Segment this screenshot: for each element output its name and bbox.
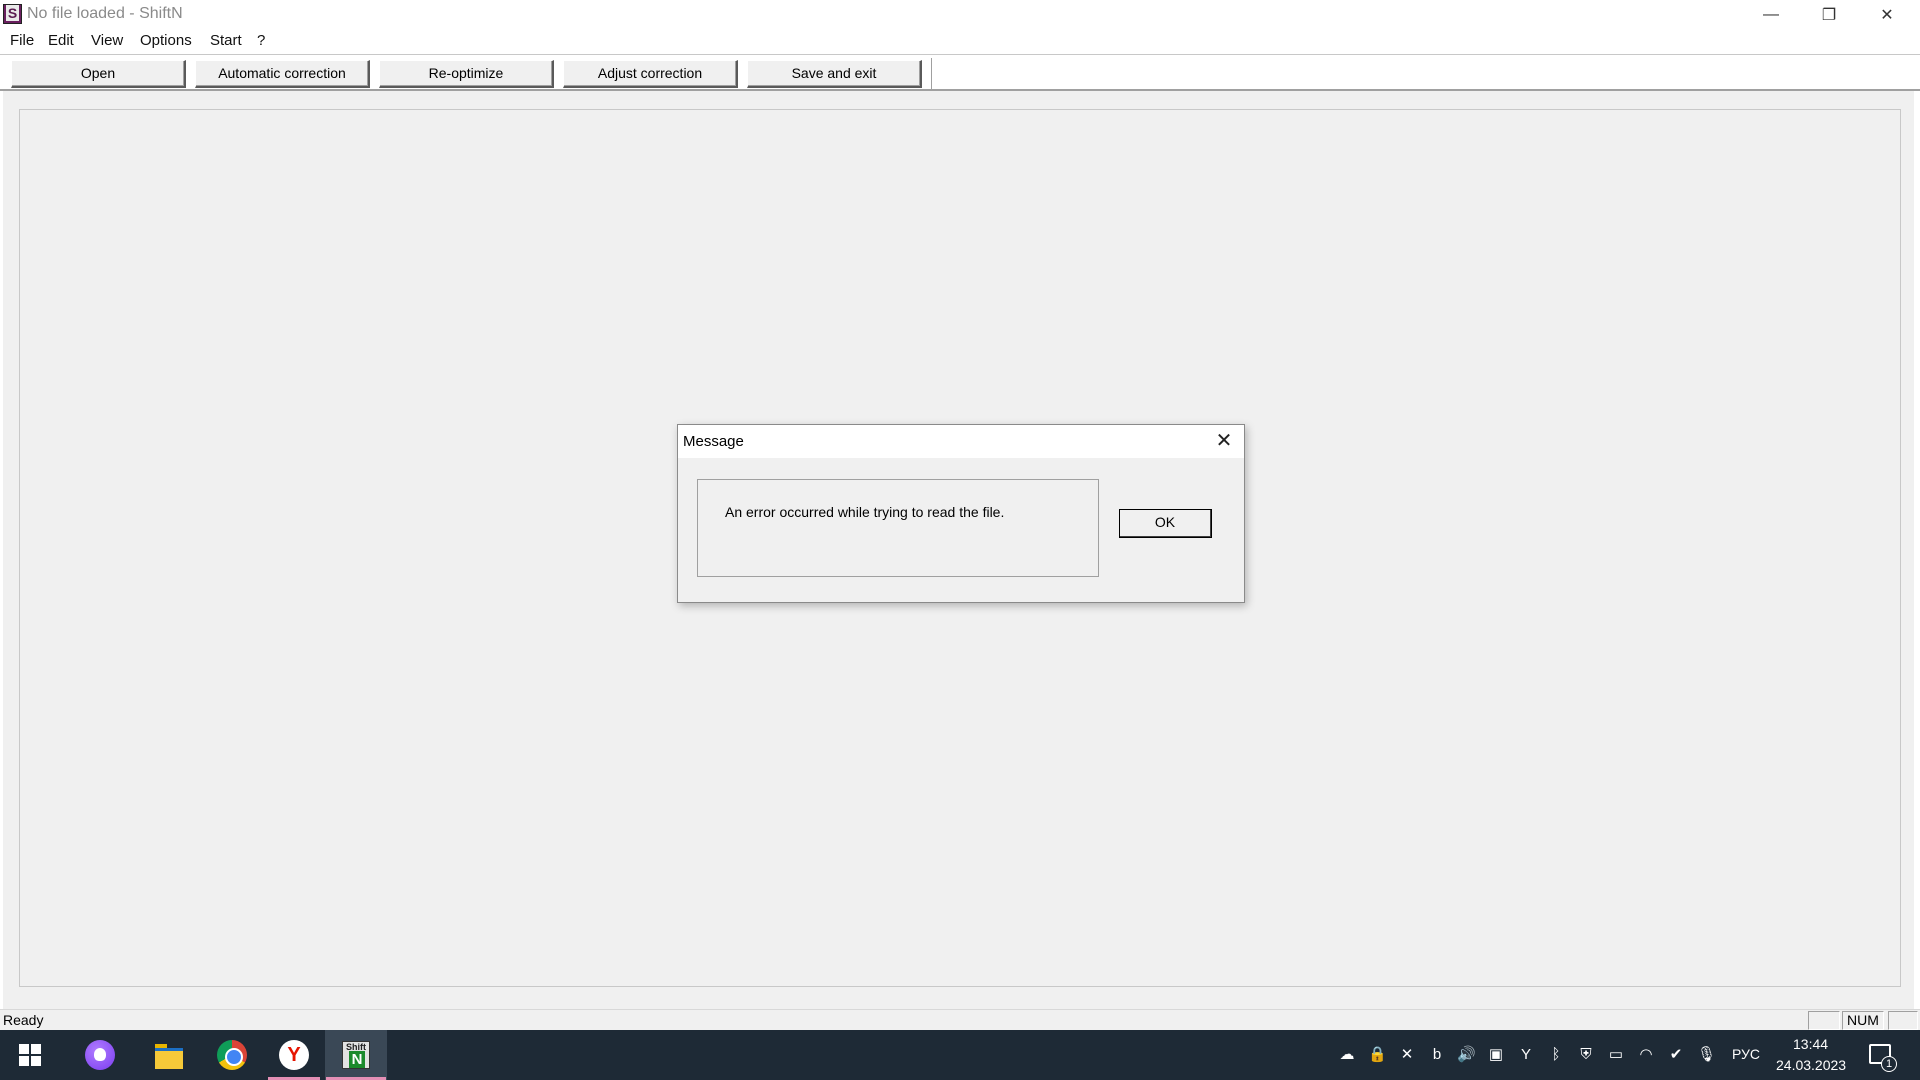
onedrive-icon[interactable]: ☁ bbox=[1338, 1046, 1356, 1064]
menu-options[interactable]: Options bbox=[140, 32, 192, 49]
message-dialog: Message ✕ An error occurred while trying… bbox=[677, 424, 1245, 603]
menu-bar: File Edit View Options Start ? bbox=[0, 29, 1920, 53]
status-pane-extra bbox=[1888, 1011, 1918, 1030]
message-frame: An error occurred while trying to read t… bbox=[697, 479, 1099, 577]
dialog-close-button[interactable]: ✕ bbox=[1206, 427, 1242, 456]
shiftn-icon: Shift N bbox=[342, 1041, 370, 1069]
automatic-correction-button[interactable]: Automatic correction bbox=[195, 60, 370, 88]
security-check-icon[interactable]: ✔ bbox=[1667, 1046, 1685, 1064]
taskbar: Y Shift N ☁ 🔒 ✕ b 🔊 ▣ Y ᛒ ⛨ ▭ ◠ ✔ 🎙 РУС … bbox=[0, 1030, 1920, 1080]
reoptimize-button[interactable]: Re-optimize bbox=[379, 60, 554, 88]
dialog-title-bar: Message ✕ bbox=[678, 425, 1244, 458]
battery-icon[interactable]: ▭ bbox=[1607, 1046, 1625, 1064]
file-explorer-taskbar-button[interactable] bbox=[139, 1030, 199, 1080]
menu-file[interactable]: File bbox=[10, 32, 34, 49]
language-indicator[interactable]: РУС bbox=[1732, 1046, 1760, 1062]
clock-date[interactable]: 24.03.2023 bbox=[1776, 1057, 1846, 1073]
minimize-button[interactable]: — bbox=[1742, 0, 1800, 29]
chrome-taskbar-button[interactable] bbox=[202, 1030, 262, 1080]
shiftn-icon-n: N bbox=[349, 1051, 365, 1068]
notification-count-badge: 1 bbox=[1881, 1056, 1897, 1072]
client-left-border bbox=[0, 91, 3, 1009]
clock-time[interactable]: 13:44 bbox=[1793, 1036, 1828, 1052]
dialog-title: Message bbox=[683, 433, 744, 450]
adjust-correction-button[interactable]: Adjust correction bbox=[563, 60, 738, 88]
status-num-indicator: NUM bbox=[1842, 1011, 1884, 1030]
open-button[interactable]: Open bbox=[11, 60, 186, 88]
status-text: Ready bbox=[3, 1012, 44, 1028]
defender-icon[interactable]: ⛨ bbox=[1577, 1046, 1595, 1064]
shiftn-app-icon[interactable] bbox=[3, 4, 22, 24]
error-message: An error occurred while trying to read t… bbox=[725, 504, 1005, 520]
alice-taskbar-button[interactable] bbox=[70, 1030, 130, 1080]
chrome-icon bbox=[217, 1040, 247, 1070]
status-bar: Ready NUM bbox=[0, 1009, 1920, 1030]
wifi-icon[interactable]: ◠ bbox=[1637, 1046, 1655, 1064]
yandex-taskbar-button[interactable]: Y bbox=[264, 1030, 324, 1080]
toolbar: Open Automatic correction Re-optimize Ad… bbox=[0, 54, 1920, 91]
file-explorer-icon bbox=[155, 1044, 183, 1069]
windows-start-icon bbox=[19, 1044, 41, 1066]
nvidia-icon[interactable]: ✕ bbox=[1398, 1046, 1416, 1064]
start-button[interactable] bbox=[0, 1030, 60, 1080]
alice-icon bbox=[85, 1040, 115, 1070]
close-window-button[interactable]: ✕ bbox=[1858, 0, 1916, 29]
bluetooth-icon[interactable]: ᛒ bbox=[1547, 1046, 1565, 1064]
yandex-browser-icon: Y bbox=[279, 1040, 309, 1070]
client-right-border bbox=[1914, 91, 1920, 1009]
save-and-exit-button[interactable]: Save and exit bbox=[747, 60, 922, 88]
menu-view[interactable]: View bbox=[91, 32, 123, 49]
volume-icon[interactable]: 🔊 bbox=[1457, 1046, 1476, 1064]
toolbar-separator bbox=[931, 58, 932, 90]
menu-start[interactable]: Start bbox=[210, 32, 242, 49]
window-title: No file loaded - ShiftN bbox=[27, 5, 183, 22]
status-pane-empty bbox=[1808, 1011, 1840, 1030]
lock-icon[interactable]: 🔒 bbox=[1368, 1046, 1387, 1064]
menu-help[interactable]: ? bbox=[257, 32, 265, 49]
bing-icon[interactable]: b bbox=[1428, 1046, 1446, 1064]
restore-button[interactable]: ❐ bbox=[1800, 0, 1858, 29]
yandex-tray-icon[interactable]: Y bbox=[1517, 1046, 1535, 1064]
title-bar: No file loaded - ShiftN — ❐ ✕ bbox=[0, 0, 1920, 29]
menu-edit[interactable]: Edit bbox=[48, 32, 74, 49]
ok-button[interactable]: OK bbox=[1119, 509, 1212, 538]
shiftn-taskbar-button[interactable]: Shift N bbox=[326, 1030, 386, 1080]
meet-now-icon[interactable]: ▣ bbox=[1487, 1046, 1505, 1064]
microphone-icon[interactable]: 🎙 bbox=[1697, 1046, 1716, 1064]
